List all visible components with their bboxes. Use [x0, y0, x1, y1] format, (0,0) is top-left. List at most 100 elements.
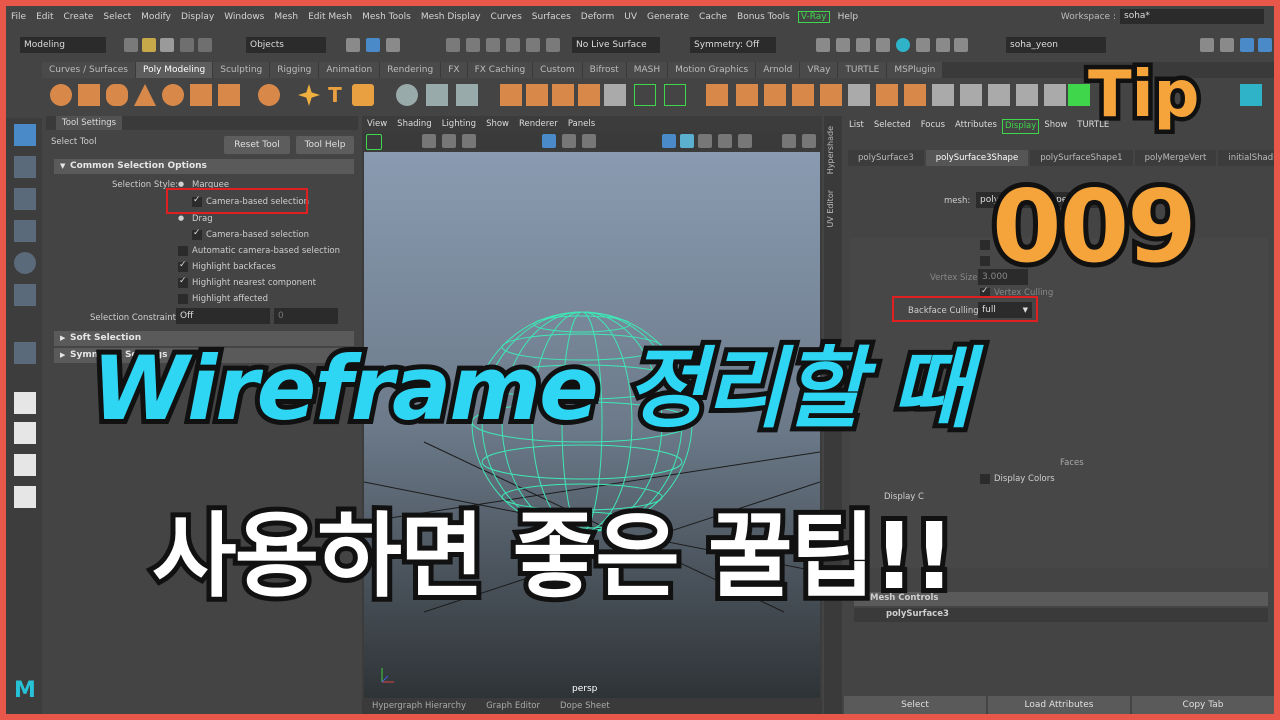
freeze-transform-icon[interactable]: [456, 84, 478, 106]
highlight-affected-checkbox[interactable]: [178, 294, 188, 304]
single-perspective-layout-icon[interactable]: [14, 392, 36, 414]
vp-menu-panels[interactable]: Panels: [563, 116, 600, 132]
node-tab-polysurface3[interactable]: polySurface3: [848, 150, 924, 166]
bookmark-icon[interactable]: [442, 134, 456, 148]
menu-modify[interactable]: Modify: [136, 12, 176, 22]
center-pivot-icon[interactable]: [1240, 84, 1262, 106]
ae-menu-list[interactable]: List: [844, 116, 869, 134]
node-tab-initialshading[interactable]: initialShadingG: [1218, 150, 1274, 166]
shelf-tab-animation[interactable]: Animation: [319, 62, 380, 78]
collapse-icon[interactable]: [904, 84, 926, 106]
camera-attributes-icon[interactable]: [422, 134, 436, 148]
snap-point-icon[interactable]: [486, 38, 500, 52]
tool-help-button[interactable]: Tool Help: [296, 136, 354, 154]
workspace-dropdown[interactable]: soha*: [1120, 9, 1264, 24]
render-view-icon[interactable]: [816, 38, 830, 52]
vp-menu-lighting[interactable]: Lighting: [437, 116, 481, 132]
snap-view-icon[interactable]: [506, 38, 520, 52]
menu-mesh[interactable]: Mesh: [269, 12, 303, 22]
undo-icon[interactable]: [180, 38, 194, 52]
menu-edit-mesh[interactable]: Edit Mesh: [303, 12, 357, 22]
load-attributes-button[interactable]: Load Attributes: [988, 696, 1130, 714]
isolate-select-icon[interactable]: [782, 134, 796, 148]
svg-tool-icon[interactable]: [352, 84, 374, 106]
snap-curve-icon[interactable]: [466, 38, 480, 52]
textured-icon[interactable]: [698, 134, 712, 148]
camera-based-checkbox-2[interactable]: [192, 228, 202, 240]
lights-icon[interactable]: [718, 134, 732, 148]
menu-help[interactable]: Help: [833, 12, 864, 22]
shadows-icon[interactable]: [738, 134, 752, 148]
shelf-tab-poly-modeling[interactable]: Poly Modeling: [135, 62, 213, 78]
poly-cone-icon[interactable]: [134, 84, 156, 106]
menu-generate[interactable]: Generate: [642, 12, 694, 22]
menu-mesh-tools[interactable]: Mesh Tools: [357, 12, 416, 22]
sculpt-icon[interactable]: [988, 84, 1010, 106]
harden-edge-icon[interactable]: [1044, 84, 1066, 106]
separate-icon[interactable]: [526, 84, 548, 106]
unfold-uv-icon[interactable]: [932, 84, 954, 106]
tab-tool-settings[interactable]: Tool Settings: [56, 116, 123, 130]
vp-menu-view[interactable]: View: [362, 116, 392, 132]
node-tab-polysurface3shape[interactable]: polySurface3Shape: [925, 150, 1029, 166]
menu-display[interactable]: Display: [176, 12, 219, 22]
poly-cube-icon[interactable]: [78, 84, 100, 106]
delete-history-icon[interactable]: [1068, 84, 1090, 106]
smooth-icon[interactable]: [552, 84, 574, 106]
attribute-editor-toggle-icon[interactable]: [1240, 38, 1254, 52]
tool-settings-toggle-icon[interactable]: [1258, 38, 1272, 52]
ae-menu-selected[interactable]: Selected: [869, 116, 916, 134]
live-surface-field[interactable]: No Live Surface: [572, 37, 660, 53]
shelf-tab-curves-surfaces[interactable]: Curves / Surfaces: [42, 62, 135, 78]
persp-outliner-layout-icon[interactable]: [14, 454, 36, 476]
user-account-dropdown[interactable]: soha_yeon: [1006, 37, 1106, 53]
shelf-tab-sculpting[interactable]: Sculpting: [213, 62, 270, 78]
select-tool-icon[interactable]: [14, 124, 36, 146]
shelf-tab-fx[interactable]: FX: [441, 62, 467, 78]
node-tab-polymergevert[interactable]: polyMergeVert: [1134, 150, 1217, 166]
shelf-tab-mash[interactable]: MASH: [626, 62, 668, 78]
menu-deform[interactable]: Deform: [576, 12, 619, 22]
menu-mesh-display[interactable]: Mesh Display: [416, 12, 486, 22]
display-checkbox-2[interactable]: [980, 256, 990, 266]
copy-tab-button[interactable]: Copy Tab: [1132, 696, 1274, 714]
character-controls-icon[interactable]: [1220, 38, 1234, 52]
poly-cylinder-icon[interactable]: [106, 84, 128, 106]
modeling-toolkit-icon[interactable]: [1200, 38, 1214, 52]
insert-edge-loop-icon[interactable]: [820, 84, 842, 106]
tab-graph-editor[interactable]: Graph Editor: [476, 698, 550, 714]
wireframe-icon[interactable]: [662, 134, 676, 148]
xray-icon[interactable]: [802, 134, 816, 148]
save-scene-icon[interactable]: [160, 38, 174, 52]
display-colors-checkbox[interactable]: [980, 474, 990, 484]
target-weld-icon[interactable]: [848, 84, 870, 106]
shelf-tab-fx-caching[interactable]: FX Caching: [467, 62, 533, 78]
scale-tool-icon[interactable]: [14, 284, 36, 306]
shelf-tab-custom[interactable]: Custom: [533, 62, 582, 78]
type-tool-icon[interactable]: T: [324, 84, 346, 106]
film-gate-icon[interactable]: [562, 134, 576, 148]
pause-icon[interactable]: [954, 38, 968, 52]
shelf-tab-turtle[interactable]: TURTLE: [838, 62, 887, 78]
move-tool-icon[interactable]: [14, 220, 36, 242]
ipr-render-icon[interactable]: [856, 38, 870, 52]
merge-icon[interactable]: [876, 84, 898, 106]
display-checkbox-1[interactable]: [980, 240, 990, 250]
snap-grid-icon[interactable]: [446, 38, 460, 52]
snap-pivot-icon[interactable]: [546, 38, 560, 52]
redo-icon[interactable]: [198, 38, 212, 52]
new-scene-icon[interactable]: [124, 38, 138, 52]
four-view-layout-icon[interactable]: [14, 422, 36, 444]
select-camera-icon[interactable]: [366, 134, 382, 150]
poly-platonic-icon[interactable]: [258, 84, 280, 106]
bridge-icon[interactable]: [634, 84, 656, 106]
append-polygon-icon[interactable]: [764, 84, 786, 106]
poly-torus-icon[interactable]: [162, 84, 184, 106]
vp-menu-show[interactable]: Show: [481, 116, 514, 132]
menu-uv[interactable]: UV: [619, 12, 642, 22]
vray-frame-buffer-icon[interactable]: [936, 38, 950, 52]
menu-surfaces[interactable]: Surfaces: [527, 12, 576, 22]
zero-icon[interactable]: [426, 84, 448, 106]
menu-file[interactable]: File: [6, 12, 31, 22]
ae-menu-show[interactable]: Show: [1039, 116, 1072, 134]
